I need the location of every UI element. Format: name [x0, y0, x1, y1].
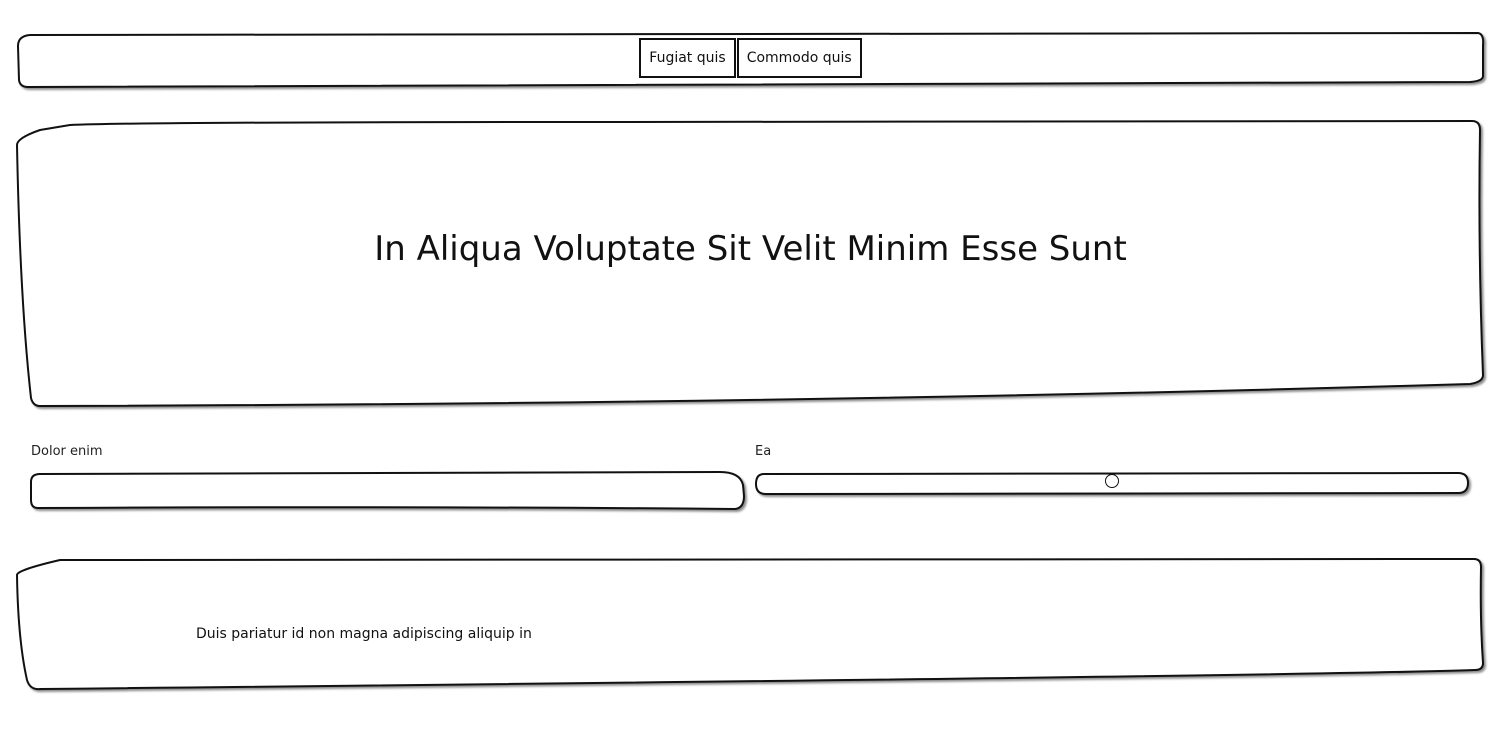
top-nav: Fugiat quis Commodo quis: [18, 33, 1483, 87]
footer-box: Duis pariatur id non magna adipiscing al…: [18, 558, 1483, 688]
text-field-label: Dolor enim: [31, 444, 103, 459]
slider-label: Ea: [755, 444, 772, 459]
footer-text: Duis pariatur id non magna adipiscing al…: [196, 626, 532, 642]
hero-title: In Aliqua Voluptate Sit Velit Minim Esse…: [374, 229, 1127, 269]
slider-thumb[interactable]: [1105, 474, 1119, 488]
nav-button-commodo-quis[interactable]: Commodo quis: [736, 38, 862, 78]
dolor-enim-input[interactable]: [33, 474, 739, 508]
nav-button-fugiat-quis[interactable]: Fugiat quis: [639, 38, 736, 78]
ea-slider[interactable]: [756, 472, 1468, 494]
hero-section: In Aliqua Voluptate Sit Velit Minim Esse…: [18, 120, 1483, 406]
page: Fugiat quis Commodo quis In Aliqua Volup…: [0, 0, 1500, 752]
